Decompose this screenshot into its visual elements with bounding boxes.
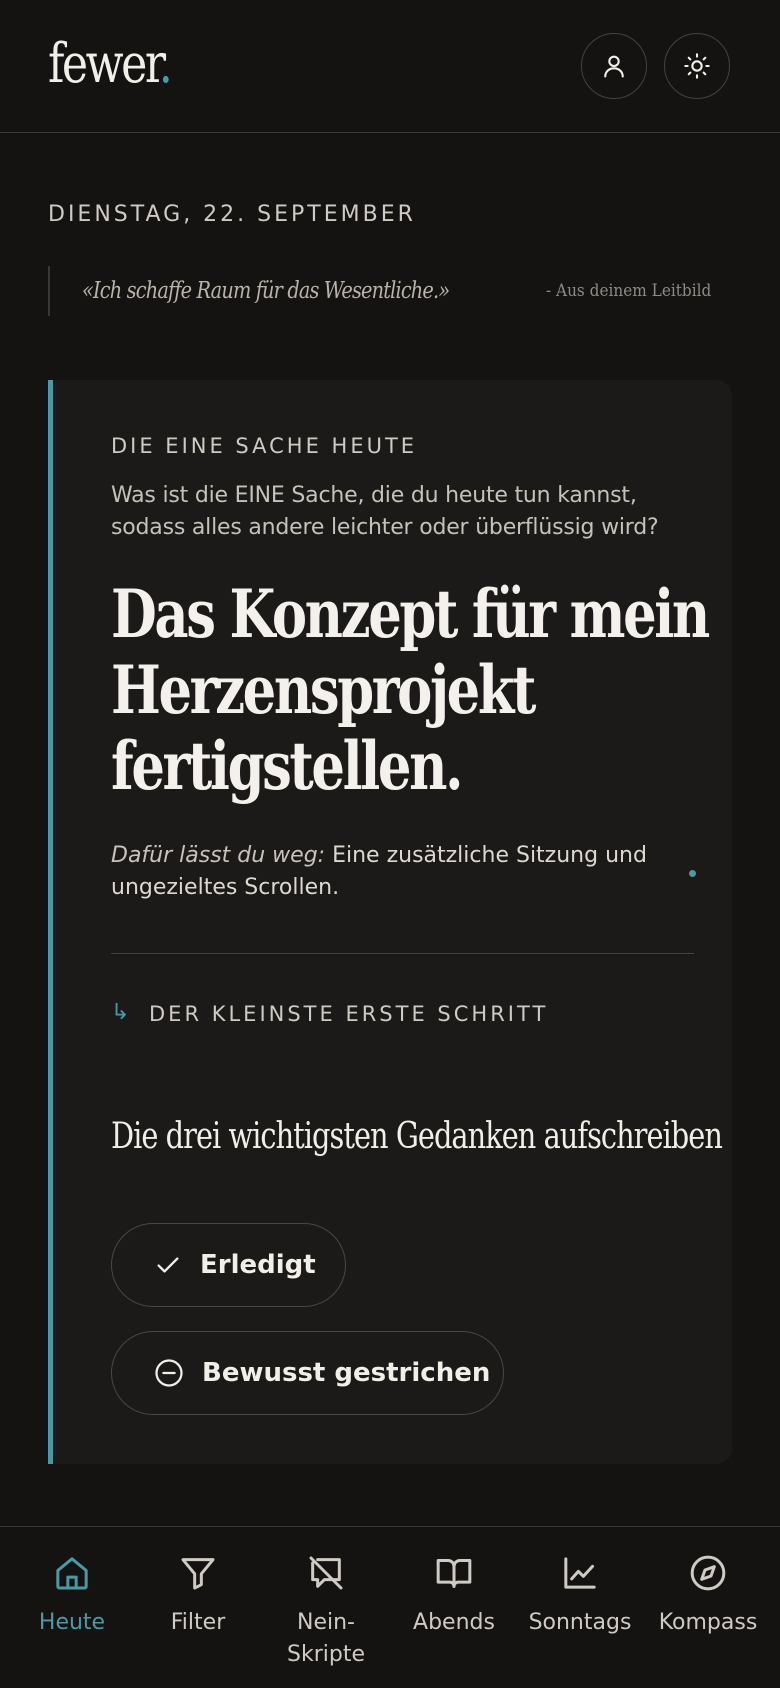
skipped-button-label: Bewusst gestrichen <box>202 1358 491 1388</box>
mission-quote: «Ich schaffe Raum für das Wesentliche.» … <box>48 266 748 316</box>
book-open-icon <box>436 1559 472 1588</box>
tab-label: Filter <box>170 1610 226 1635</box>
one-thing-card: DIE EINE SACHE HEUTE Was ist die EINE Sa… <box>48 380 732 1464</box>
tab-label: Heute <box>38 1610 106 1635</box>
quote-text: «Ich schaffe Raum für das Wesentliche.» <box>82 278 450 304</box>
message-off-icon <box>309 1556 343 1590</box>
skip-label: Dafür lässt du weg: <box>111 843 326 868</box>
current-date: DIENSTAG, 22. SEPTEMBER <box>48 202 416 227</box>
tab-label: Abends <box>413 1610 495 1635</box>
filter-icon <box>181 1558 215 1590</box>
bottom-tab-bar: Heute Filter Nein- Skripte Abends Sonnta… <box>0 1526 780 1688</box>
sun-icon <box>684 53 710 79</box>
arrow-return-icon: ↳ <box>111 1000 130 1025</box>
chart-line-icon <box>564 1557 596 1589</box>
card-prompt: Was ist die EINE Sache, die du heute tun… <box>111 483 659 540</box>
skip-note: Dafür lässt du weg: Eine zusätzliche Sit… <box>111 840 671 904</box>
divider <box>111 953 694 954</box>
app-logo[interactable]: fewer. <box>48 32 173 95</box>
first-step-label: DER KLEINSTE ERSTE SCHRITT <box>149 1002 549 1026</box>
home-icon <box>56 1557 88 1590</box>
logo-dot: . <box>158 32 173 95</box>
check-icon <box>157 1257 179 1273</box>
quote-source: - Aus deinem Leitbild <box>546 281 712 301</box>
done-button-label: Erledigt <box>200 1250 316 1280</box>
tab-label: Sonntags <box>528 1610 632 1635</box>
user-icon <box>604 55 624 78</box>
status-dot <box>689 870 696 877</box>
card-eyebrow: DIE EINE SACHE HEUTE <box>111 434 418 458</box>
tab-filter[interactable]: Filter <box>134 1527 262 1688</box>
tab-label: Kompass <box>658 1610 758 1635</box>
tab-abends[interactable]: Abends <box>390 1527 518 1688</box>
profile-button[interactable] <box>581 33 647 99</box>
done-button[interactable]: Erledigt <box>111 1223 346 1307</box>
tab-label: Nein- Skripte <box>287 1610 365 1667</box>
one-thing-headline[interactable]: Das Konzept für mein Herzensprojekt fert… <box>111 576 719 804</box>
app-header: fewer. <box>0 0 780 133</box>
compass-icon <box>690 1555 726 1591</box>
tab-nein-skripte[interactable]: Nein- Skripte <box>262 1527 390 1688</box>
logo-text: fewer <box>48 32 161 95</box>
tab-heute[interactable]: Heute <box>8 1527 136 1688</box>
first-step-text[interactable]: Die drei wichtigsten Gedanken aufschreib… <box>111 1116 723 1157</box>
consciously-skipped-button[interactable]: Bewusst gestrichen <box>111 1331 504 1415</box>
tab-sonntags[interactable]: Sonntags <box>516 1527 644 1688</box>
minus-circle-icon <box>155 1359 183 1387</box>
theme-toggle-button[interactable] <box>664 33 730 99</box>
tab-kompass[interactable]: Kompass <box>644 1527 772 1688</box>
